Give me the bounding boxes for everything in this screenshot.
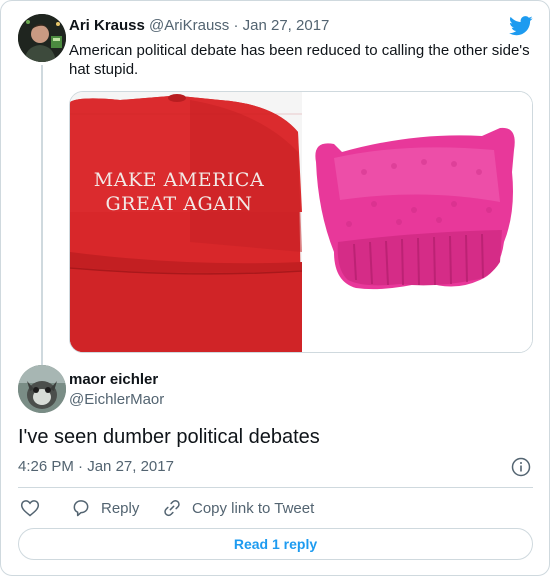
actions-divider (18, 487, 533, 488)
parent-tweet-date[interactable]: Jan 27, 2017 (243, 17, 330, 34)
maga-line-2: GREAT AGAIN (105, 193, 253, 215)
reply-time[interactable]: 4:26 PM (18, 458, 74, 475)
tweet-embed-card: Ari Krauss @AriKrauss · Jan 27, 2017 Ame… (0, 0, 550, 576)
reply-button-label: Reply (101, 499, 140, 517)
pussyhat-image[interactable] (304, 92, 532, 352)
reply-button[interactable]: Reply (71, 497, 139, 519)
maga-hat-embroidery: MAKE AMERICA GREAT AGAIN (84, 168, 274, 216)
parent-tweet-header: Ari Krauss @AriKrauss · Jan 27, 2017 (69, 17, 329, 34)
reply-tweet-text: I've seen dumber political debates (18, 426, 320, 448)
copy-link-label: Copy link to Tweet (192, 499, 315, 517)
maga-hat-image[interactable]: MAKE AMERICA GREAT AGAIN (70, 92, 302, 352)
twitter-bird-icon[interactable] (509, 15, 533, 37)
reply-bubble-icon (73, 500, 89, 517)
reply-author-avatar[interactable] (18, 365, 66, 413)
reply-time-separator: · (78, 458, 84, 475)
copy-link-button[interactable]: Copy link to Tweet (162, 497, 314, 519)
heart-icon (20, 500, 40, 517)
read-replies-label: Read 1 reply (233, 536, 318, 552)
thread-connector-line (41, 65, 43, 365)
maga-line-1: MAKE AMERICA (93, 169, 265, 191)
parent-author-avatar[interactable] (18, 14, 66, 62)
reply-author-name[interactable]: maor eichler (69, 371, 158, 388)
tweet-media-grid[interactable]: MAKE AMERICA GREAT AGAIN (69, 91, 533, 353)
parent-tweet-text: American political debate has been reduc… (69, 42, 530, 78)
link-icon (164, 499, 180, 517)
reply-date[interactable]: Jan 27, 2017 (87, 458, 174, 475)
info-icon[interactable] (511, 457, 531, 477)
reply-timestamp[interactable]: 4:26 PM · Jan 27, 2017 (18, 458, 174, 475)
parent-author-name[interactable]: Ari Krauss (69, 17, 145, 34)
like-button[interactable] (20, 497, 40, 519)
read-replies-button[interactable]: Read 1 reply (18, 528, 533, 560)
parent-date-separator: · (233, 17, 239, 34)
reply-author-handle[interactable]: @EichlerMaor (69, 391, 164, 408)
parent-author-handle[interactable]: @AriKrauss (149, 17, 229, 34)
